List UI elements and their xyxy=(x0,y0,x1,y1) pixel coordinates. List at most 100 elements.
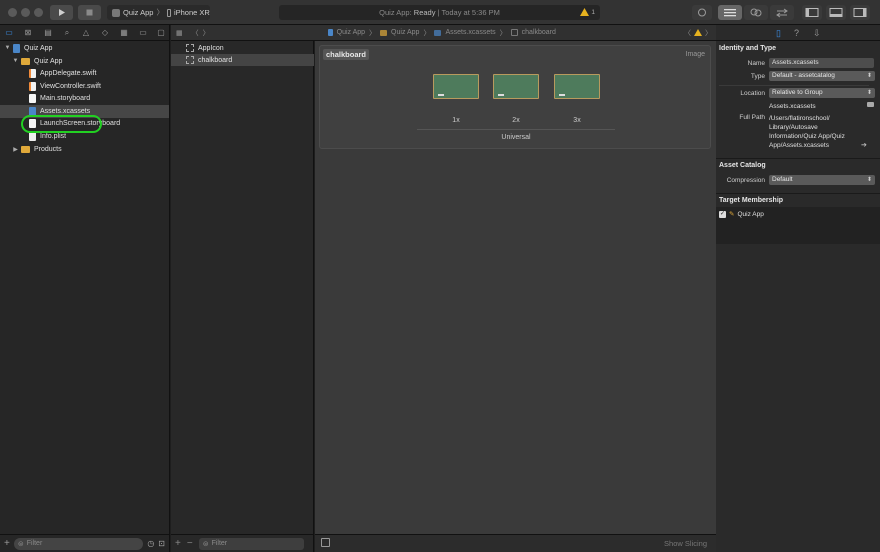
scm-filter-icon[interactable]: ⊡ xyxy=(158,539,165,548)
swift-file-icon xyxy=(29,69,36,79)
toolbar: Quiz App 〉 iPhone XR Quiz App: Ready | T… xyxy=(0,0,880,25)
toggle-debug-button[interactable] xyxy=(826,5,846,20)
related-items-icon[interactable]: ▦ xyxy=(176,29,183,37)
add-icon[interactable]: + xyxy=(175,538,181,549)
inspector-selector-bar: ▯ ? ⇩ xyxy=(716,25,880,41)
close-window-button[interactable] xyxy=(8,8,17,17)
warning-icon[interactable] xyxy=(694,29,702,36)
minimize-window-button[interactable] xyxy=(21,8,30,17)
warning-indicator[interactable]: 1 xyxy=(580,8,595,16)
outline-toggle-icon[interactable] xyxy=(321,538,330,547)
jump-path-item[interactable]: chalkboard xyxy=(522,29,556,36)
image-set-icon xyxy=(186,56,194,64)
disclosure-closed-icon[interactable]: ▶ xyxy=(11,146,20,153)
location-popup[interactable]: Relative to Group xyxy=(769,88,875,98)
folder-icon xyxy=(380,29,388,36)
remove-icon[interactable]: − xyxy=(187,538,193,549)
image-set-type: Image xyxy=(685,51,705,58)
image-slot-3x[interactable] xyxy=(554,74,600,99)
previous-issue-icon[interactable]: 〈 xyxy=(684,28,691,38)
jump-path-item[interactable]: Assets.xcassets xyxy=(445,29,495,36)
chevron-right-icon: 〉 xyxy=(369,29,377,37)
assistant-editor-button[interactable] xyxy=(744,5,768,20)
file-inspector-icon[interactable]: ▯ xyxy=(776,28,781,39)
test-icon[interactable]: ◇ xyxy=(100,28,110,37)
disclosure-open-icon[interactable]: ▼ xyxy=(3,45,12,51)
membership-header: Target Membership xyxy=(719,197,784,204)
filter-icon: ⊜ xyxy=(17,540,24,548)
disclosure-open-icon[interactable]: ▼ xyxy=(11,58,20,64)
image-set-icon xyxy=(510,29,518,36)
zoom-window-button[interactable] xyxy=(34,8,43,17)
asset-name: chalkboard xyxy=(198,56,233,64)
swift-file-icon xyxy=(29,81,36,91)
warning-count: 1 xyxy=(591,8,595,16)
find-icon[interactable]: ⌕ xyxy=(62,28,72,38)
project-name: Quiz App xyxy=(24,44,53,52)
checkbox-checked-icon[interactable]: ✓ xyxy=(719,210,726,218)
issue-icon[interactable]: △ xyxy=(81,28,91,37)
debug-icon[interactable]: ▦ xyxy=(119,28,129,37)
image-set-name[interactable]: chalkboard xyxy=(323,49,370,60)
asset-filter-input[interactable]: ⊜ Filter xyxy=(198,537,304,550)
name-field[interactable]: Assets.xcassets xyxy=(769,58,874,68)
slot-label: 2x xyxy=(512,117,520,124)
toggle-inspector-button[interactable] xyxy=(850,5,870,20)
tree-file-row[interactable]: Main.storyboard xyxy=(0,93,169,106)
reveal-arrow-icon[interactable]: ➔ xyxy=(861,141,867,149)
recent-files-icon[interactable]: ◷ xyxy=(147,539,154,548)
tree-group-row[interactable]: ▶ Products xyxy=(0,143,169,156)
jump-path-item[interactable]: Quiz App xyxy=(337,29,365,36)
tree-project-row[interactable]: ▼ Quiz App xyxy=(0,42,169,55)
tree-file-row[interactable]: ViewController.swift xyxy=(0,80,169,93)
breakpoint-icon[interactable]: ▭ xyxy=(138,28,148,37)
project-icon xyxy=(13,43,20,53)
file-name: ViewController.swift xyxy=(40,82,101,90)
asset-item-selected[interactable]: chalkboard xyxy=(171,54,314,66)
show-slicing-button[interactable]: Show Slicing xyxy=(664,539,707,548)
asset-item[interactable]: AppIcon xyxy=(171,42,314,54)
tree-file-row[interactable]: AppDelegate.swift xyxy=(0,68,169,81)
stop-button[interactable] xyxy=(78,5,101,20)
project-icon xyxy=(327,29,333,36)
report-icon[interactable]: ▢ xyxy=(156,28,166,37)
compression-popup[interactable]: Default xyxy=(769,175,875,185)
standard-editor-button[interactable] xyxy=(718,5,742,20)
back-icon[interactable]: 〈 xyxy=(192,28,199,38)
activity-time: | Today at 5:36 PM xyxy=(437,8,500,17)
tree-group-row[interactable]: ▼ Quiz App xyxy=(0,55,169,68)
left-panel-icon xyxy=(805,8,819,17)
add-icon[interactable]: + xyxy=(4,538,10,549)
membership-target: Quiz App xyxy=(737,210,764,218)
toggle-navigator-button[interactable] xyxy=(802,5,822,20)
symbol-icon[interactable]: ▤ xyxy=(43,28,53,37)
file-name: Assets.xcassets xyxy=(40,107,91,115)
help-icon[interactable]: ? xyxy=(794,28,799,38)
image-set-panel: chalkboard Image 1x 2x 3x Universal xyxy=(319,45,711,149)
folder-icon[interactable] xyxy=(867,102,874,107)
source-control-icon[interactable]: ⊠ xyxy=(23,28,33,37)
run-button[interactable] xyxy=(50,5,73,20)
asset-name: AppIcon xyxy=(198,44,224,52)
scheme-selector[interactable]: Quiz App 〉 iPhone XR xyxy=(107,5,210,20)
image-slot-1x[interactable] xyxy=(433,74,479,99)
jump-bar: ▦ 〈 〉 Quiz App 〉 Quiz App 〉 Assets.xcass… xyxy=(171,25,716,41)
stop-icon xyxy=(86,9,93,16)
next-issue-icon[interactable]: 〉 xyxy=(705,28,712,38)
attributes-icon[interactable]: ⇩ xyxy=(813,28,821,39)
membership-list: ✓ ✎ Quiz App xyxy=(716,207,880,244)
image-slot-2x[interactable] xyxy=(493,74,539,99)
appicon-icon xyxy=(186,44,194,52)
membership-row[interactable]: ✓ ✎ Quiz App xyxy=(719,210,764,218)
file-name: Main.storyboard xyxy=(40,95,91,103)
library-button[interactable] xyxy=(692,5,712,20)
project-navigator: ▭ ⊠ ▤ ⌕ △ ◇ ▦ ▭ ▢ ▼ Quiz App ▼ Quiz App … xyxy=(0,25,170,552)
jump-path-item[interactable]: Quiz App xyxy=(391,29,419,36)
type-popup[interactable]: Default - assetcatalog xyxy=(769,71,875,81)
forward-icon[interactable]: 〉 xyxy=(203,28,210,38)
navigator-filter-input[interactable]: ⊜ Filter xyxy=(13,537,144,550)
folder-icon[interactable]: ▭ xyxy=(4,28,14,37)
identity-header: Identity and Type xyxy=(719,45,777,52)
version-editor-button[interactable] xyxy=(770,5,794,20)
inspector: ▯ ? ⇩ Identity and Type Name Assets.xcas… xyxy=(716,25,880,552)
